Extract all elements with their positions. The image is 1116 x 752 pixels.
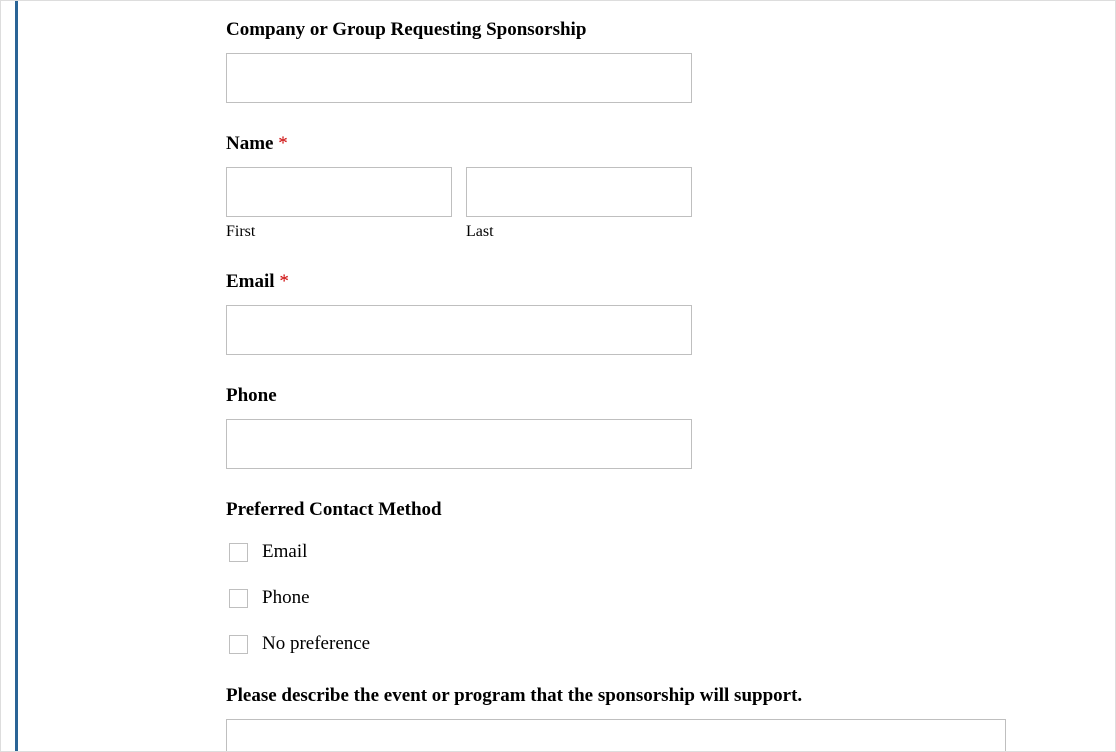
- checkbox-nopref[interactable]: [229, 635, 248, 654]
- event-description-field: Please describe the event or program tha…: [226, 685, 1115, 752]
- form-page: Company or Group Requesting Sponsorship …: [0, 0, 1116, 752]
- company-group-field: Company or Group Requesting Sponsorship: [226, 19, 1115, 103]
- checkbox-phone[interactable]: [229, 589, 248, 608]
- checkbox-phone-label: Phone: [262, 587, 310, 609]
- phone-label: Phone: [226, 385, 1115, 407]
- event-description-label: Please describe the event or program tha…: [226, 685, 1115, 707]
- first-sublabel: First: [226, 223, 452, 241]
- email-required: *: [279, 271, 289, 292]
- name-label-text: Name: [226, 133, 273, 154]
- contact-method-field: Preferred Contact Method Email Phone No …: [226, 499, 1115, 655]
- checkbox-row-nopref: No preference: [226, 633, 1115, 655]
- email-input[interactable]: [226, 305, 692, 355]
- last-name-input[interactable]: [466, 167, 692, 217]
- first-name-input[interactable]: [226, 167, 452, 217]
- company-group-label: Company or Group Requesting Sponsorship: [226, 19, 1115, 41]
- contact-method-label: Preferred Contact Method: [226, 499, 1115, 521]
- form-content: Company or Group Requesting Sponsorship …: [1, 1, 1115, 752]
- email-label: Email *: [226, 271, 1115, 293]
- last-name-col: Last: [466, 167, 692, 241]
- name-required: *: [278, 133, 288, 154]
- company-group-input[interactable]: [226, 53, 692, 103]
- last-sublabel: Last: [466, 223, 692, 241]
- checkbox-row-phone: Phone: [226, 587, 1115, 609]
- checkbox-row-email: Email: [226, 541, 1115, 563]
- name-field: Name * First Last: [226, 133, 1115, 241]
- event-description-input[interactable]: [226, 719, 1006, 752]
- email-field: Email *: [226, 271, 1115, 355]
- name-label: Name *: [226, 133, 1115, 155]
- email-label-text: Email: [226, 271, 275, 292]
- checkbox-email-label: Email: [262, 541, 307, 563]
- checkbox-email[interactable]: [229, 543, 248, 562]
- phone-input[interactable]: [226, 419, 692, 469]
- checkbox-nopref-label: No preference: [262, 633, 370, 655]
- phone-field: Phone: [226, 385, 1115, 469]
- first-name-col: First: [226, 167, 452, 241]
- name-row: First Last: [226, 167, 1115, 241]
- accent-bar: [15, 1, 18, 751]
